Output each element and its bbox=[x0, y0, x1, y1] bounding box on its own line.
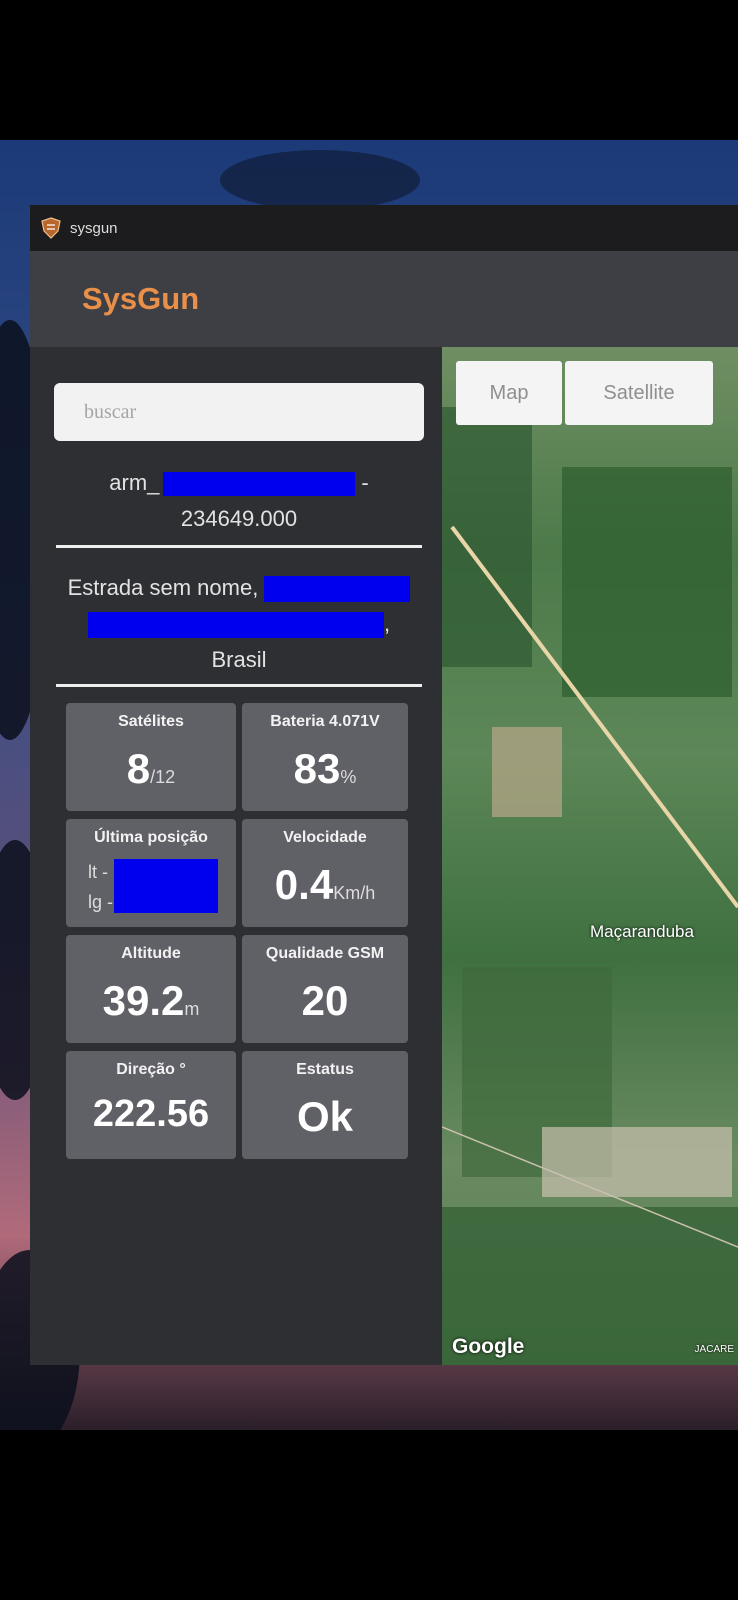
window-app-name: sysgun bbox=[70, 219, 118, 237]
satellites-tile: Satélites 8/12 bbox=[66, 703, 236, 811]
last-position-label: Última posição bbox=[94, 829, 208, 846]
satellites-value: 8 bbox=[126, 745, 151, 792]
altitude-tile: Altitude 39.2m bbox=[66, 935, 236, 1043]
device-id-prefix: arm_ bbox=[109, 470, 160, 495]
speed-label: Velocidade bbox=[283, 829, 367, 846]
road-line bbox=[442, 525, 738, 1248]
direction-label: Direção ° bbox=[116, 1061, 186, 1078]
speed-tile: Velocidade 0.4Km/h bbox=[242, 819, 408, 927]
status-tile: Estatus Ok bbox=[242, 1051, 408, 1159]
shield-logo-icon bbox=[40, 217, 62, 239]
address-street: Estrada sem nome, bbox=[67, 575, 265, 600]
battery-value: 83 bbox=[293, 745, 341, 792]
device-timestamp: 234649.000 bbox=[180, 506, 298, 531]
brand-title: SysGun bbox=[82, 281, 200, 316]
coordinates-redaction bbox=[114, 859, 218, 913]
map-type-satellite-button[interactable]: Satellite bbox=[565, 361, 713, 425]
map-type-map-button[interactable]: Map bbox=[456, 361, 562, 425]
gsm-quality-value: 20 bbox=[301, 977, 349, 1024]
address-info: Estrada sem nome, , Brasil bbox=[56, 570, 422, 687]
gsm-quality-tile: Qualidade GSM 20 bbox=[242, 935, 408, 1043]
satellite-map[interactable]: Map Satellite Maçaranduba Google JACARE bbox=[442, 347, 738, 1365]
address-country: Brasil bbox=[211, 647, 267, 672]
telemetry-grid: Satélites 8/12 Bateria 4.071V 83% Última… bbox=[66, 703, 426, 1159]
title-bar: sysgun bbox=[30, 205, 738, 251]
altitude-value: 39.2 bbox=[102, 977, 185, 1024]
speed-unit: Km/h bbox=[333, 883, 376, 903]
status-label: Estatus bbox=[296, 1061, 354, 1078]
app-header: SysGun bbox=[30, 251, 738, 347]
sidebar: arm_ - 234649.000 Estrada sem nome, , Bra… bbox=[30, 347, 442, 1365]
map-place-label: Maçaranduba bbox=[590, 922, 694, 941]
altitude-label: Altitude bbox=[121, 945, 181, 962]
map-type-control: Map Satellite bbox=[456, 361, 713, 425]
altitude-unit: m bbox=[184, 999, 200, 1019]
app-window: sysgun SysGun arm_ - 234649.000 Estrada s… bbox=[30, 205, 738, 1365]
battery-tile: Bateria 4.071V 83% bbox=[242, 703, 408, 811]
gsm-quality-label: Qualidade GSM bbox=[265, 945, 385, 962]
satellites-label: Satélites bbox=[118, 713, 184, 730]
last-position-tile: Última posição lt - lg - bbox=[66, 819, 236, 927]
battery-label: Bateria 4.071V bbox=[270, 713, 380, 730]
address-line2-suffix: , bbox=[383, 611, 391, 636]
speed-value: 0.4 bbox=[274, 861, 334, 908]
device-info: arm_ - 234649.000 bbox=[56, 465, 422, 548]
satellites-unit: /12 bbox=[150, 767, 176, 787]
device-id-suffix: - bbox=[361, 470, 369, 495]
address-redaction-1 bbox=[264, 576, 411, 603]
direction-value: 222.56 bbox=[92, 1093, 210, 1135]
battery-unit: % bbox=[340, 767, 357, 787]
map-corner-label: JACARE bbox=[694, 1344, 734, 1355]
google-attribution: Google bbox=[452, 1335, 525, 1358]
direction-tile: Direção ° 222.56 bbox=[66, 1051, 236, 1159]
search-input[interactable] bbox=[54, 383, 424, 441]
status-value: Ok bbox=[296, 1093, 354, 1140]
address-redaction-2 bbox=[87, 612, 384, 639]
device-id-redaction bbox=[163, 472, 356, 497]
